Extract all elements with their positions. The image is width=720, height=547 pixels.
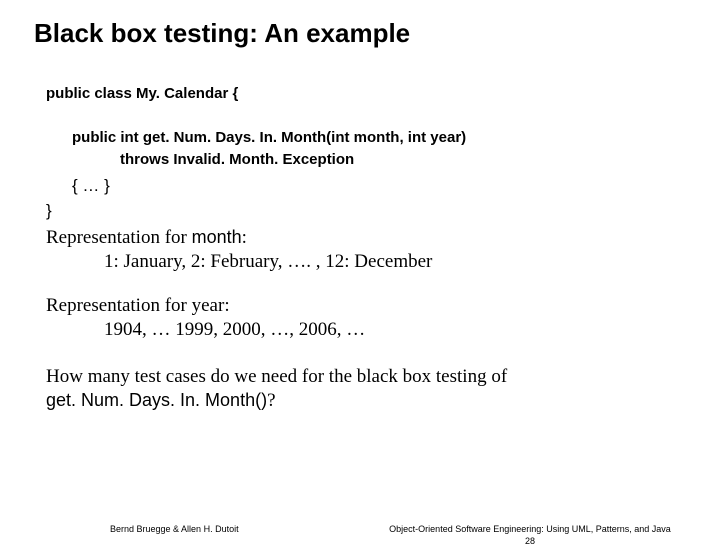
question-block: How many test cases do we need for the b…	[34, 365, 686, 414]
rep-keyword: year	[192, 295, 225, 316]
footer-page-number: 28	[525, 536, 535, 546]
footer-book-title: Object-Oriented Software Engineering: Us…	[389, 524, 671, 534]
rep-label-pre: Representation for	[46, 295, 192, 316]
footer-book: Object-Oriented Software Engineering: Us…	[360, 524, 700, 547]
rep-year-values: 1904, … 1999, 2000, …, 2006, …	[46, 318, 686, 342]
code-line: public class My. Calendar {	[46, 83, 686, 105]
footer-authors: Bernd Bruegge & Allen H. Dutoit	[110, 524, 239, 534]
question-fn: get. Num. Days. In. Month()	[46, 390, 267, 410]
rep-month-values: 1: January, 2: February, …. , 12: Decemb…	[46, 250, 686, 274]
rep-keyword: month	[192, 227, 242, 247]
question-mark: ?	[267, 390, 275, 411]
slide-title: Black box testing: An example	[34, 18, 686, 49]
rep-month-label: Representation for month:	[46, 226, 686, 250]
code-block: public class My. Calendar { public int g…	[34, 83, 686, 224]
code-line: }	[46, 199, 686, 224]
rep-label-pre: Representation for	[46, 227, 192, 248]
rep-label-post: :	[242, 227, 247, 248]
rep-year-label: Representation for year:	[46, 294, 686, 318]
question-line1: How many test cases do we need for the b…	[46, 365, 686, 390]
rep-label-post: :	[224, 295, 229, 316]
code-line: { … }	[46, 174, 686, 199]
slide: Black box testing: An example public cla…	[0, 0, 720, 414]
code-line: public int get. Num. Days. In. Month(int…	[46, 127, 686, 149]
representation-year: Representation for year: 1904, … 1999, 2…	[34, 294, 686, 343]
question-line2: get. Num. Days. In. Month()?	[46, 389, 686, 414]
representation-month: Representation for month: 1: January, 2:…	[34, 226, 686, 275]
code-line: throws Invalid. Month. Exception	[46, 149, 686, 171]
